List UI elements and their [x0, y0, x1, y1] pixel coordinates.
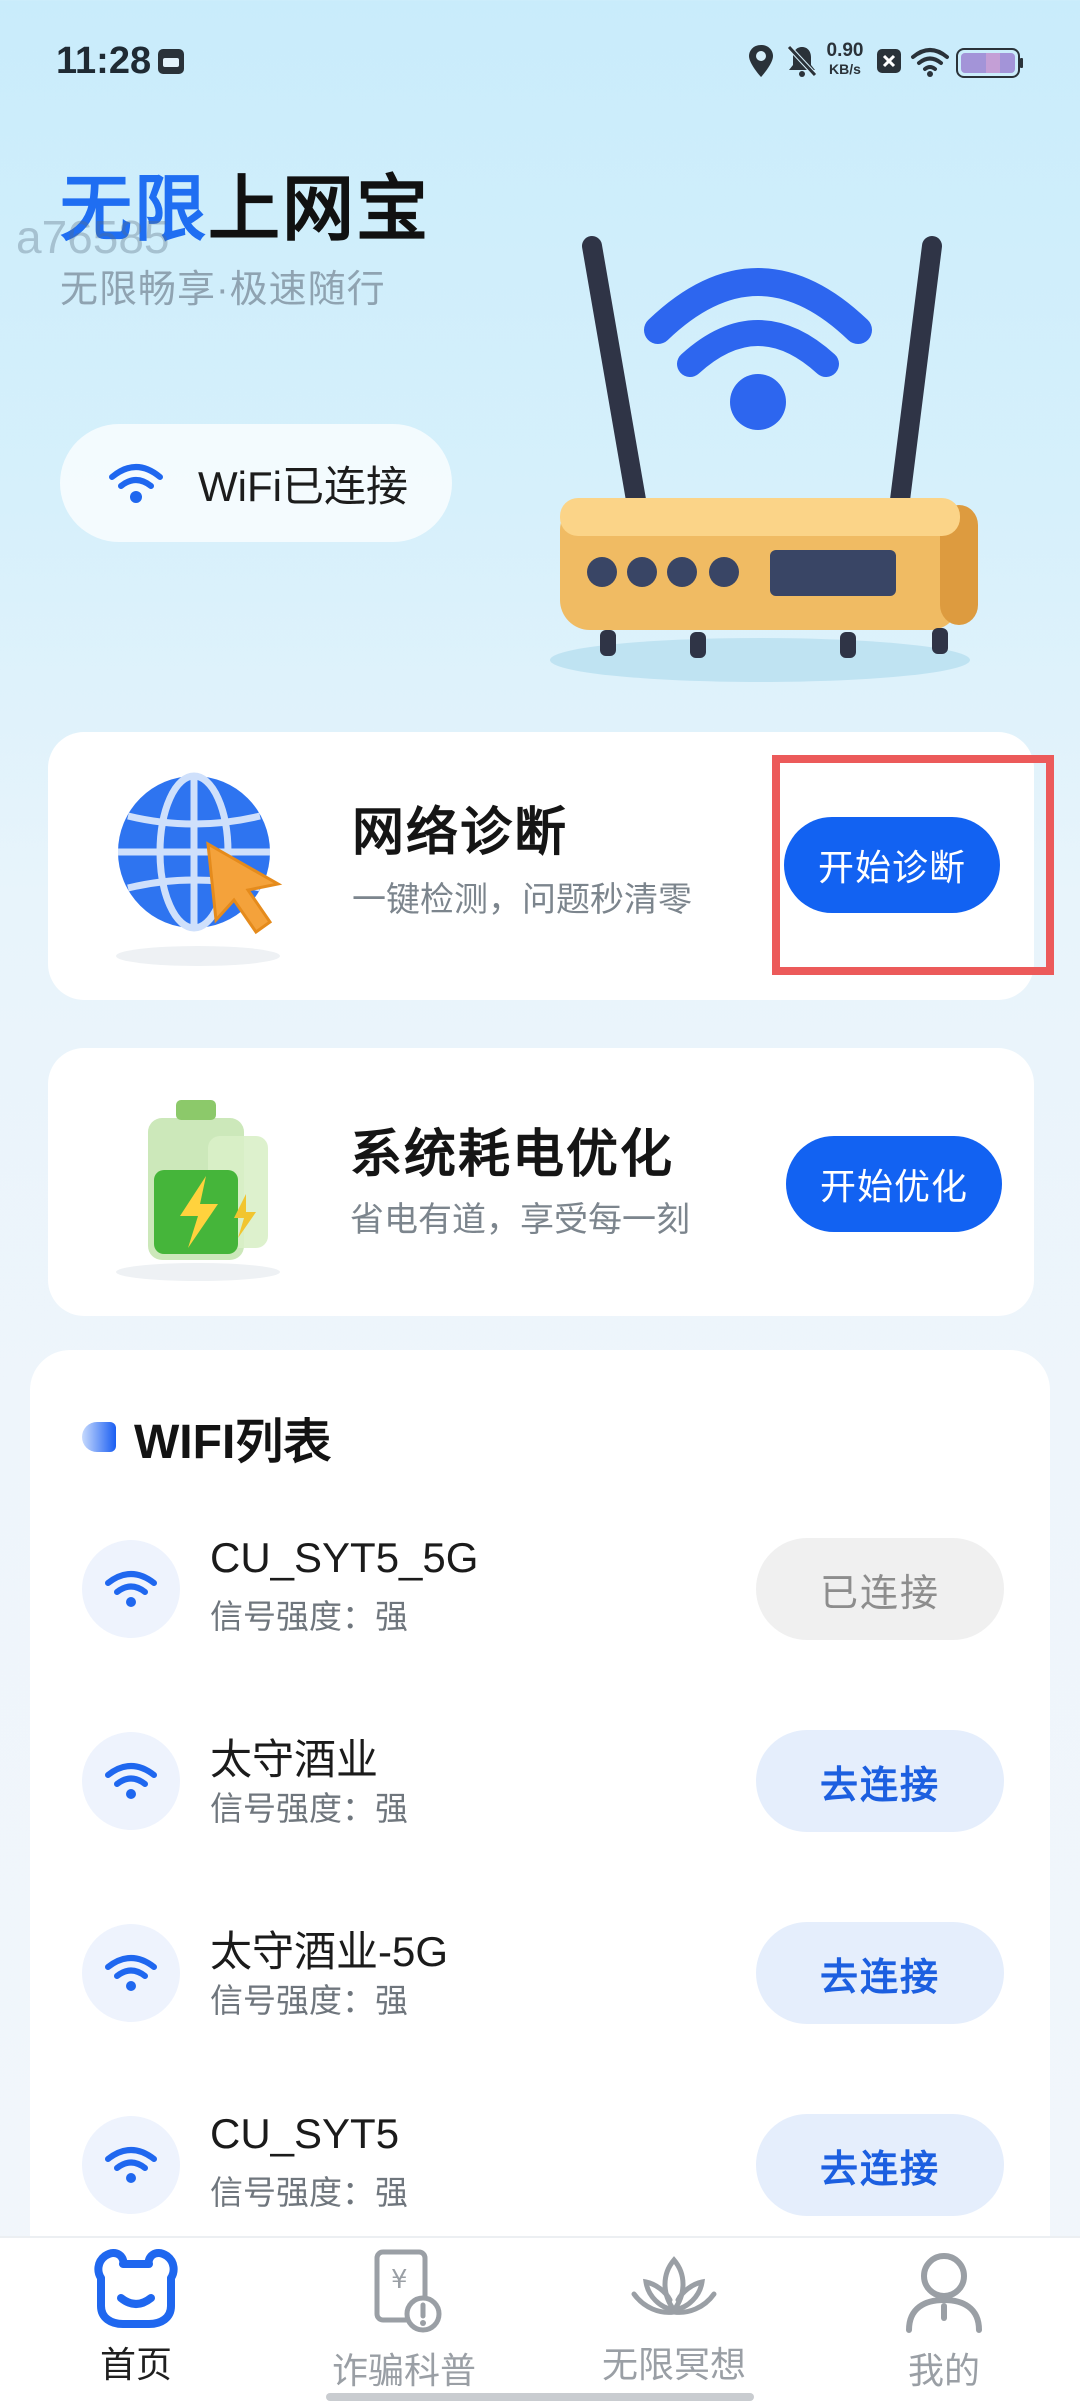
diagnosis-subtitle: 一键检测，问题秒清零: [352, 881, 692, 919]
fraud-document-icon: ¥: [374, 2249, 442, 2333]
battery-subtitle: 省电有道，享受每一刻: [350, 1201, 690, 1239]
nav-item-fraud[interactable]: ¥ 诈骗科普: [304, 2248, 504, 2398]
wifi-status-text: WiFi已连接: [198, 462, 408, 510]
wifi-list-header: WIFI列表: [82, 1402, 331, 1472]
connected-button[interactable]: 已连接: [756, 1538, 1004, 1640]
app-title-part2: 上网宝: [208, 170, 431, 250]
wifi-list-item[interactable]: CU_SYT5 信号强度：强 去连接: [30, 2100, 1050, 2230]
highlight-box: [772, 755, 1054, 975]
nav-label-meditation: 无限冥想: [601, 2344, 746, 2385]
x-icon: [877, 49, 901, 73]
wifi-icon: [82, 1540, 180, 1638]
start-optimization-button[interactable]: 开始优化: [786, 1136, 1002, 1232]
router-illustration-icon: [550, 236, 978, 682]
wifi-strength: 信号强度：强: [210, 1982, 408, 2019]
battery-title: 系统耗电优化: [350, 1126, 675, 1184]
bottom-nav: 首页 ¥ 诈骗科普 无限冥想 我的: [0, 2236, 1080, 2408]
nav-label-fraud: 诈骗科普: [331, 2350, 476, 2391]
battery-icon: [956, 48, 1023, 78]
wifi-strength: 信号强度：强: [210, 1790, 408, 1827]
wifi-list-title: WIFI列表: [134, 1416, 332, 1469]
wifi-icon: [109, 464, 163, 503]
wifi-name: 太守酒业: [210, 1736, 379, 1783]
connect-button[interactable]: 去连接: [756, 1922, 1004, 2024]
wifi-list-item[interactable]: 太守酒业 信号强度：强 去连接: [30, 1716, 1050, 1846]
status-time: 11:28: [56, 40, 152, 82]
status-bar: 11:28 0.90 KB/s: [0, 0, 1080, 120]
mute-icon: [787, 45, 817, 77]
net-speed-value: 0.90: [826, 40, 864, 61]
battery-optimization-card: 系统耗电优化 省电有道，享受每一刻 开始优化: [48, 1048, 1034, 1316]
wifi-icon: [82, 1732, 180, 1830]
bear-home-icon: [94, 2249, 178, 2328]
app-slogan: 无限畅享·极速随行: [60, 269, 386, 311]
net-speed: 0.90 KB/s: [822, 40, 868, 78]
calendar-icon: [158, 49, 184, 74]
wifi-list-item[interactable]: CU_SYT5_5G 信号强度：强 已连接: [30, 1524, 1050, 1654]
svg-text:¥: ¥: [391, 2265, 408, 2295]
nav-item-profile[interactable]: 我的: [844, 2248, 1044, 2398]
home-indicator[interactable]: [326, 2393, 754, 2401]
wifi-signal-icon: [911, 48, 949, 77]
globe-cursor-icon: [116, 772, 283, 966]
section-mark: [82, 1422, 116, 1452]
nav-item-meditation[interactable]: 无限冥想: [574, 2248, 774, 2398]
watermark: a76585: [16, 211, 170, 263]
wifi-status-pill[interactable]: WiFi已连接: [60, 424, 452, 542]
wifi-name: CU_SYT5_5G: [210, 1534, 479, 1581]
connect-button[interactable]: 去连接: [756, 2114, 1004, 2216]
connect-button[interactable]: 去连接: [756, 1730, 1004, 1832]
wifi-list-item[interactable]: 太守酒业-5G 信号强度：强 去连接: [30, 1908, 1050, 2038]
wifi-name: 太守酒业-5G: [210, 1928, 449, 1975]
net-speed-unit: KB/s: [829, 61, 861, 77]
wifi-name: CU_SYT5: [210, 2110, 400, 2157]
nav-label-home: 首页: [99, 2344, 172, 2385]
nav-item-home[interactable]: 首页: [36, 2248, 236, 2398]
wifi-strength: 信号强度：强: [210, 1598, 408, 1635]
lotus-icon: [631, 2256, 717, 2315]
wifi-icon: [82, 1924, 180, 2022]
nav-label-profile: 我的: [907, 2350, 980, 2391]
wifi-strength: 信号强度：强: [210, 2174, 408, 2211]
wifi-icon: [82, 2116, 180, 2214]
battery-optimize-icon: [116, 1100, 280, 1281]
diagnosis-title: 网络诊断: [352, 804, 569, 862]
location-icon: [749, 45, 773, 77]
user-icon: [906, 2253, 982, 2333]
